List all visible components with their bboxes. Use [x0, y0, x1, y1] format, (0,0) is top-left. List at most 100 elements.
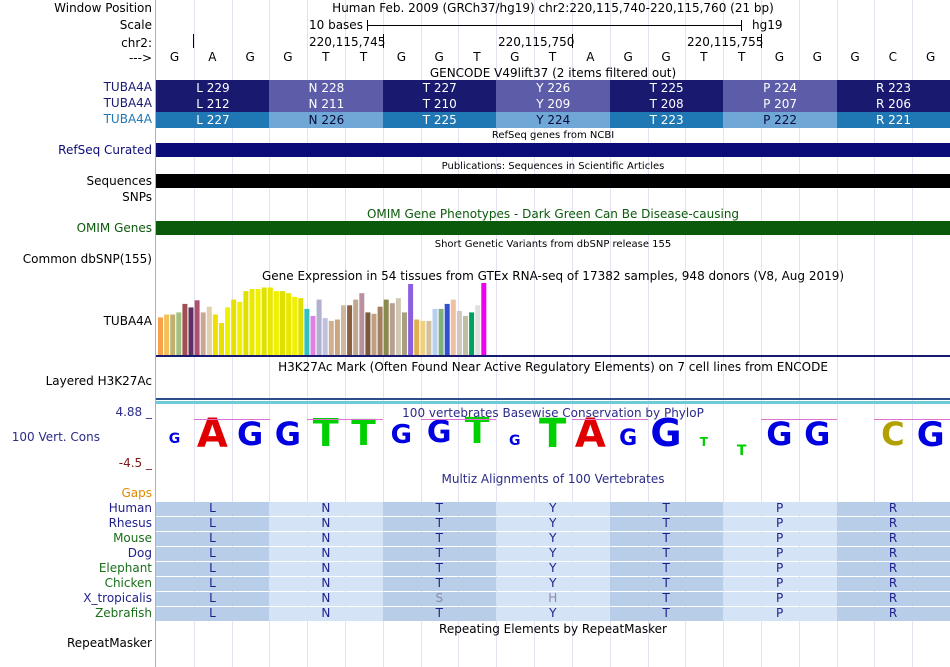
gtex-bar[interactable]: [231, 299, 237, 355]
gtex-bar[interactable]: [237, 301, 243, 356]
gene-cell[interactable]: L 229: [156, 80, 270, 96]
gene-cell[interactable]: L 227: [156, 112, 270, 128]
refseq-bar[interactable]: [156, 143, 950, 157]
label-strand[interactable]: --->: [129, 51, 152, 65]
gtex-bar[interactable]: [353, 299, 359, 355]
label-omim[interactable]: OMIM Genes: [77, 221, 152, 235]
gtex-bar[interactable]: [432, 308, 438, 355]
sequences-bar[interactable]: [156, 174, 950, 188]
label-cons[interactable]: 100 Vert. Cons: [12, 430, 100, 444]
gtex-bar[interactable]: [280, 291, 285, 355]
gtex-bar[interactable]: [389, 303, 395, 355]
gtex-bar[interactable]: [383, 299, 389, 355]
gtex-bar[interactable]: [188, 307, 194, 355]
gtex-bar[interactable]: [408, 284, 414, 355]
gtex-bar[interactable]: [359, 293, 365, 355]
gtex-bar[interactable]: [414, 319, 420, 356]
gtex-bar[interactable]: [328, 320, 334, 355]
label-dbsnp[interactable]: Common dbSNP(155): [23, 252, 152, 266]
species-label[interactable]: Zebrafish: [95, 606, 152, 620]
gtex-bar[interactable]: [298, 298, 304, 355]
gene-cell[interactable]: T 210: [382, 96, 497, 112]
gene-cell[interactable]: R 223: [836, 80, 950, 96]
gtex-bar[interactable]: [316, 299, 322, 355]
species-label[interactable]: Chicken: [105, 576, 152, 590]
gene-cell[interactable]: Y 226: [496, 80, 611, 96]
species-label[interactable]: Rhesus: [109, 516, 152, 530]
gtex-bar[interactable]: [225, 307, 231, 355]
label-gtex[interactable]: TUBA4A: [104, 314, 152, 328]
gene-cell[interactable]: R 206: [836, 96, 950, 112]
label-tuba4a-2[interactable]: TUBA4A: [104, 96, 152, 110]
gtex-bar[interactable]: [158, 317, 163, 355]
gtex-bar[interactable]: [426, 320, 432, 355]
gtex-bar[interactable]: [438, 308, 444, 355]
label-sequences[interactable]: Sequences: [87, 174, 152, 188]
gtex-bar[interactable]: [200, 312, 206, 355]
gene-cell[interactable]: N 211: [269, 96, 384, 112]
gtex-bar[interactable]: [420, 320, 426, 355]
label-snps[interactable]: SNPs: [122, 190, 152, 204]
gene-cell[interactable]: T 227: [382, 80, 497, 96]
gene-cell[interactable]: N 228: [269, 80, 384, 96]
gtex-bar[interactable]: [347, 305, 353, 355]
gtex-bar[interactable]: [310, 315, 316, 355]
species-label[interactable]: Mouse: [113, 531, 152, 545]
gene-cell[interactable]: Y 224: [496, 112, 611, 128]
gtex-bar[interactable]: [450, 299, 456, 355]
gene-cell[interactable]: P 224: [723, 80, 838, 96]
gtex-bar[interactable]: [261, 287, 267, 356]
gtex-bar[interactable]: [463, 315, 468, 355]
gene-cell[interactable]: T 225: [382, 112, 497, 128]
gtex-bar[interactable]: [219, 323, 224, 355]
gtex-bar[interactable]: [249, 289, 255, 355]
gtex-bar[interactable]: [456, 311, 462, 355]
gtex-bar[interactable]: [371, 313, 377, 355]
gtex-bar[interactable]: [164, 314, 170, 356]
label-window-position[interactable]: Window Position: [54, 1, 152, 15]
gtex-bar[interactable]: [402, 312, 407, 355]
label-gaps[interactable]: Gaps: [121, 486, 152, 500]
gene-cell[interactable]: T 208: [609, 96, 724, 112]
gene-cell[interactable]: R 221: [836, 112, 950, 128]
omim-bar[interactable]: [156, 221, 950, 235]
species-label[interactable]: Human: [109, 501, 152, 515]
label-h3k27ac[interactable]: Layered H3K27Ac: [46, 374, 152, 388]
gtex-bar[interactable]: [322, 318, 328, 355]
gtex-bar[interactable]: [365, 312, 371, 355]
label-repeatmasker[interactable]: RepeatMasker: [67, 636, 152, 650]
gene-cell[interactable]: L 212: [156, 96, 270, 112]
species-label[interactable]: Dog: [128, 546, 152, 560]
gtex-bar[interactable]: [475, 305, 481, 355]
gtex-bar[interactable]: [194, 300, 200, 355]
gtex-bar[interactable]: [341, 305, 346, 355]
track-area[interactable]: Human Feb. 2009 (GRCh37/hg19) chr2:220,1…: [156, 0, 950, 667]
gene-cell[interactable]: T 223: [609, 112, 724, 128]
gtex-bar[interactable]: [176, 312, 182, 355]
gtex-bar-chart[interactable]: [156, 283, 950, 356]
label-chr[interactable]: chr2:: [121, 36, 152, 50]
species-label[interactable]: X_tropicalis: [83, 591, 152, 605]
gtex-bar[interactable]: [292, 296, 298, 355]
gtex-bar[interactable]: [212, 314, 218, 356]
gtex-bar[interactable]: [243, 291, 249, 355]
gtex-bar[interactable]: [395, 298, 401, 355]
gtex-bar[interactable]: [267, 287, 273, 356]
gene-cell[interactable]: Y 209: [496, 96, 611, 112]
label-tuba4a-3[interactable]: TUBA4A: [104, 112, 152, 126]
gtex-bar[interactable]: [182, 303, 188, 355]
gene-cell[interactable]: P 222: [723, 112, 838, 128]
gtex-bar[interactable]: [286, 293, 292, 355]
gtex-bar[interactable]: [170, 314, 176, 356]
gtex-bar[interactable]: [206, 306, 212, 355]
gene-cell[interactable]: N 226: [269, 112, 384, 128]
gtex-bar[interactable]: [444, 303, 450, 355]
gtex-bar[interactable]: [469, 312, 475, 355]
gtex-bar[interactable]: [377, 306, 383, 355]
gtex-bar[interactable]: [255, 289, 261, 355]
label-scale[interactable]: Scale: [120, 18, 152, 32]
gtex-bar[interactable]: [304, 308, 310, 355]
label-refseq[interactable]: RefSeq Curated: [58, 143, 152, 157]
gtex-bar[interactable]: [334, 319, 340, 356]
gtex-bar[interactable]: [481, 283, 487, 355]
